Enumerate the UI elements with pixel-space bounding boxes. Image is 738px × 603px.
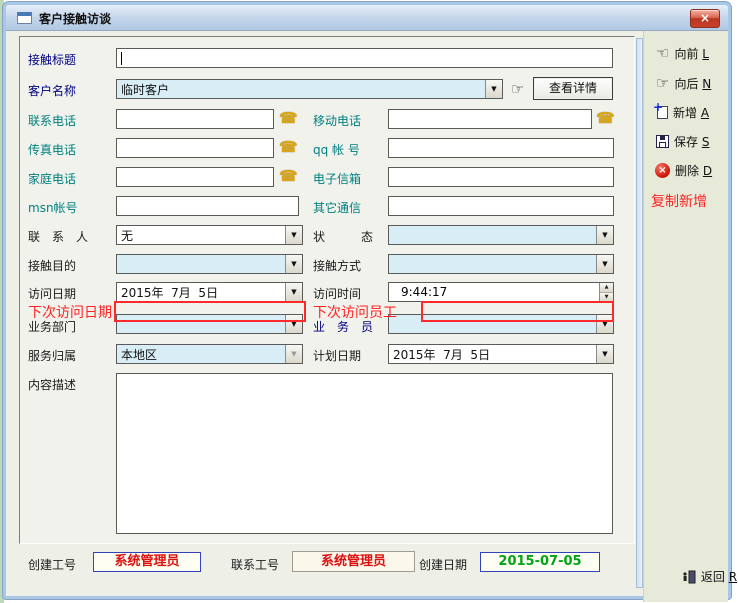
pointing-finger-icon[interactable]: ☞ xyxy=(511,82,524,97)
next-visit-employee-label: 下次访问员工 xyxy=(313,302,397,322)
contact-id-button[interactable]: 系统管理员 xyxy=(292,551,415,572)
mobile-phone-label: 移动电话 xyxy=(313,112,361,129)
view-detail-button[interactable]: 查看详情 xyxy=(533,77,613,100)
backward-label: 向后 xyxy=(674,77,698,91)
creator-id-value: 系统管理员 xyxy=(93,552,201,572)
text-caret xyxy=(121,52,122,65)
contact-person-value: 无 xyxy=(117,227,285,244)
dropdown-arrow-icon[interactable]: ▼ xyxy=(596,255,613,273)
phone-icon[interactable]: ☎ xyxy=(596,111,615,126)
copy-add-button[interactable]: 复制新增 xyxy=(651,191,707,211)
content-desc-textarea[interactable] xyxy=(116,373,613,534)
delete-button[interactable]: × 删除 D xyxy=(655,162,712,179)
contact-person-label: 联 系 人 xyxy=(28,228,88,245)
phone-icon[interactable]: ☎ xyxy=(279,140,298,155)
contact-purpose-label: 接触目的 xyxy=(28,257,76,274)
visit-date-picker[interactable]: 2015年 7月 5日 ▼ xyxy=(116,282,303,302)
close-button[interactable]: × xyxy=(690,9,720,28)
save-button[interactable]: 保存 S xyxy=(656,133,709,150)
other-comm-input[interactable] xyxy=(388,196,614,216)
exit-door-icon xyxy=(658,570,696,584)
home-phone-input[interactable] xyxy=(116,167,274,187)
fax-phone-label: 传真电话 xyxy=(28,141,76,158)
email-label: 电子信箱 xyxy=(313,170,361,187)
next-visit-date-input[interactable] xyxy=(114,301,306,322)
phone-icon[interactable]: ☎ xyxy=(279,169,298,184)
delete-icon: × xyxy=(655,163,670,178)
return-button[interactable]: 返回 R xyxy=(658,568,737,585)
window-icon xyxy=(17,12,32,24)
dropdown-arrow-icon[interactable]: ▼ xyxy=(285,255,302,273)
phone-icon[interactable]: ☎ xyxy=(279,111,298,126)
dropdown-arrow-icon[interactable]: ▼ xyxy=(285,226,302,244)
dropdown-arrow-icon[interactable]: ▼ xyxy=(285,283,302,301)
email-input[interactable] xyxy=(388,167,614,187)
spin-down-icon[interactable]: ▼ xyxy=(600,293,613,302)
hand-left-icon: ☜ xyxy=(656,46,669,61)
dropdown-arrow-icon[interactable]: ▼ xyxy=(596,226,613,244)
plan-date-label: 计划日期 xyxy=(313,347,361,364)
contact-title-label: 接触标题 xyxy=(28,51,76,68)
plan-date-picker[interactable]: 2015年 7月 5日 ▼ xyxy=(388,344,614,364)
visit-time-label: 访问时间 xyxy=(313,285,361,302)
copy-add-label: 复制新增 xyxy=(651,191,707,211)
delete-label: 删除 xyxy=(675,164,699,178)
status-label: 状 态 xyxy=(313,228,373,245)
home-phone-label: 家庭电话 xyxy=(28,170,76,187)
visit-date-label: 访问日期 xyxy=(28,285,76,302)
contact-purpose-combobox[interactable]: ▼ xyxy=(116,254,303,274)
other-comm-label: 其它通信 xyxy=(313,199,361,216)
save-icon xyxy=(656,135,669,148)
dropdown-arrow-icon: ▼ xyxy=(285,345,302,363)
dropdown-arrow-icon[interactable]: ▼ xyxy=(596,345,613,363)
msn-account-input[interactable] xyxy=(116,196,299,216)
forward-label: 向前 xyxy=(674,47,698,61)
dialog-window: 客户接触访谈 × 接触标题 客户名称 临时客户 ▼ ☞ 查看详情 联系电话 ☎ … xyxy=(3,2,731,599)
next-visit-date-label: 下次访问日期 xyxy=(28,302,112,322)
fax-phone-input[interactable] xyxy=(116,138,274,158)
contact-person-combobox[interactable]: 无 ▼ xyxy=(116,225,303,245)
created-date-label: 创建日期 xyxy=(419,556,467,573)
created-date-value: 2015-07-05 xyxy=(480,552,600,572)
creator-id-label: 创建工号 xyxy=(28,556,76,573)
mobile-phone-input[interactable] xyxy=(388,109,592,129)
dropdown-arrow-icon[interactable]: ▼ xyxy=(485,80,502,98)
add-label: 新增 xyxy=(673,106,697,120)
service-area-combobox: 本地区 ▼ xyxy=(116,344,303,364)
customer-name-combobox[interactable]: 临时客户 ▼ xyxy=(116,79,503,99)
contact-title-input[interactable] xyxy=(116,48,613,68)
spinner-buttons: ▲▼ xyxy=(599,283,613,301)
service-area-value: 本地区 xyxy=(117,346,285,363)
save-label: 保存 xyxy=(674,135,698,149)
window-title: 客户接触访谈 xyxy=(39,10,111,27)
forward-button[interactable]: ☜ 向前 L xyxy=(656,45,709,62)
customer-name-label: 客户名称 xyxy=(28,82,76,99)
spin-up-icon[interactable]: ▲ xyxy=(600,283,613,293)
vertical-scrollbar[interactable] xyxy=(636,38,643,588)
add-button[interactable]: + 新增 A xyxy=(657,104,709,121)
hand-right-icon: ☞ xyxy=(656,76,669,91)
contact-method-combobox[interactable]: ▼ xyxy=(388,254,614,274)
service-area-label: 服务归属 xyxy=(28,347,76,364)
contact-phone-label: 联系电话 xyxy=(28,112,76,129)
content-desc-label: 内容描述 xyxy=(28,376,76,393)
visit-time-value: 9:44:17 xyxy=(389,285,599,299)
visit-date-value: 2015年 7月 5日 xyxy=(117,284,285,301)
status-combobox[interactable]: ▼ xyxy=(388,225,614,245)
title-bar: 客户接触访谈 × xyxy=(6,5,728,31)
qq-account-input[interactable] xyxy=(388,138,614,158)
contact-method-label: 接触方式 xyxy=(313,257,361,274)
visit-time-spinner[interactable]: 9:44:17 ▲▼ xyxy=(388,282,614,302)
return-label: 返回 xyxy=(701,570,725,584)
next-visit-employee-input[interactable] xyxy=(421,301,614,322)
qq-account-label: qq 帐 号 xyxy=(313,141,360,158)
plan-date-value: 2015年 7月 5日 xyxy=(389,346,596,363)
add-icon: + xyxy=(657,106,668,119)
backward-button[interactable]: ☞ 向后 N xyxy=(656,75,711,92)
customer-name-value: 临时客户 xyxy=(117,81,485,98)
contact-phone-input[interactable] xyxy=(116,109,274,129)
contact-id-label: 联系工号 xyxy=(231,556,279,573)
msn-account-label: msn帐号 xyxy=(28,199,78,216)
